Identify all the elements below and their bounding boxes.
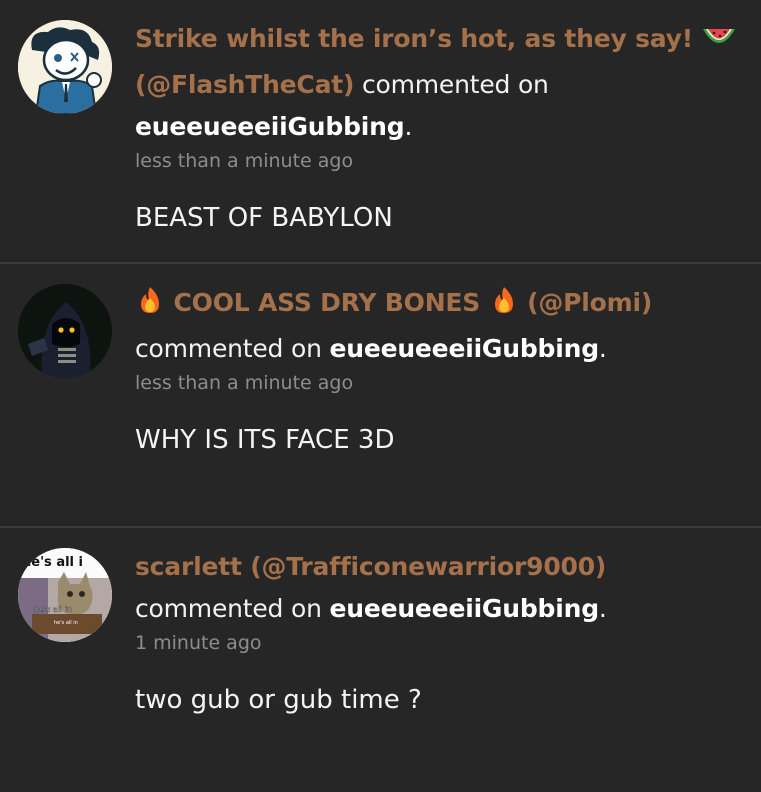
cartoon-character-icon — [18, 20, 112, 114]
avatar[interactable] — [18, 284, 112, 378]
fire-emoji-icon — [489, 285, 519, 328]
avatar[interactable]: he's all i he's all in he's all in — [18, 548, 112, 642]
comment-header: Strike whilst the iron’s hot, as they sa… — [135, 0, 741, 148]
comment-verb: commented on — [361, 70, 549, 99]
timestamp[interactable]: less than a minute ago — [135, 370, 741, 396]
comment-verb: commented on — [135, 334, 322, 363]
avatar[interactable] — [18, 20, 112, 114]
cat-meme-icon: he's all i he's all in he's all in — [18, 548, 112, 642]
target-link[interactable]: eueeueeeiiGubbing — [329, 594, 599, 623]
punctuation: . — [598, 594, 607, 623]
avatar-caption: he's all in — [54, 620, 78, 626]
fire-emoji-icon — [135, 285, 165, 328]
target-link[interactable]: eueeueeeiiGubbing — [135, 112, 405, 141]
comment-header: COOL ASS DRY BONES (@Plomi) commented on… — [135, 264, 741, 370]
timestamp[interactable]: 1 minute ago — [135, 630, 741, 656]
comment-body: BEAST OF BABYLON — [135, 203, 393, 233]
avatar-caption: he's all in — [34, 605, 72, 614]
comment-feed: Strike whilst the iron’s hot, as they sa… — [0, 0, 761, 792]
target-link[interactable]: eueeueeeiiGubbing — [329, 334, 599, 363]
comment-body: WHY IS ITS FACE 3D — [135, 425, 395, 455]
comment-header: scarlett (@Trafficonewarrior9000) commen… — [135, 528, 741, 630]
watermelon-emoji-icon — [701, 22, 737, 64]
author-name[interactable]: COOL ASS DRY BONES (@Plomi) — [135, 287, 652, 317]
punctuation: . — [598, 334, 607, 363]
author-name[interactable]: scarlett (@Trafficonewarrior9000) — [135, 552, 606, 581]
timestamp[interactable]: less than a minute ago — [135, 148, 741, 174]
comment-verb: commented on — [135, 594, 322, 623]
comment-item: COOL ASS DRY BONES (@Plomi) commented on… — [0, 264, 761, 526]
punctuation: . — [404, 112, 413, 141]
comment-item: Strike whilst the iron’s hot, as they sa… — [0, 0, 761, 262]
avatar-caption: he's all i — [22, 555, 83, 570]
hooded-figure-icon — [18, 284, 112, 378]
comment-body: two gub or gub time ? — [135, 685, 422, 715]
comment-item: he's all i he's all in he's all in scarl… — [0, 528, 761, 792]
